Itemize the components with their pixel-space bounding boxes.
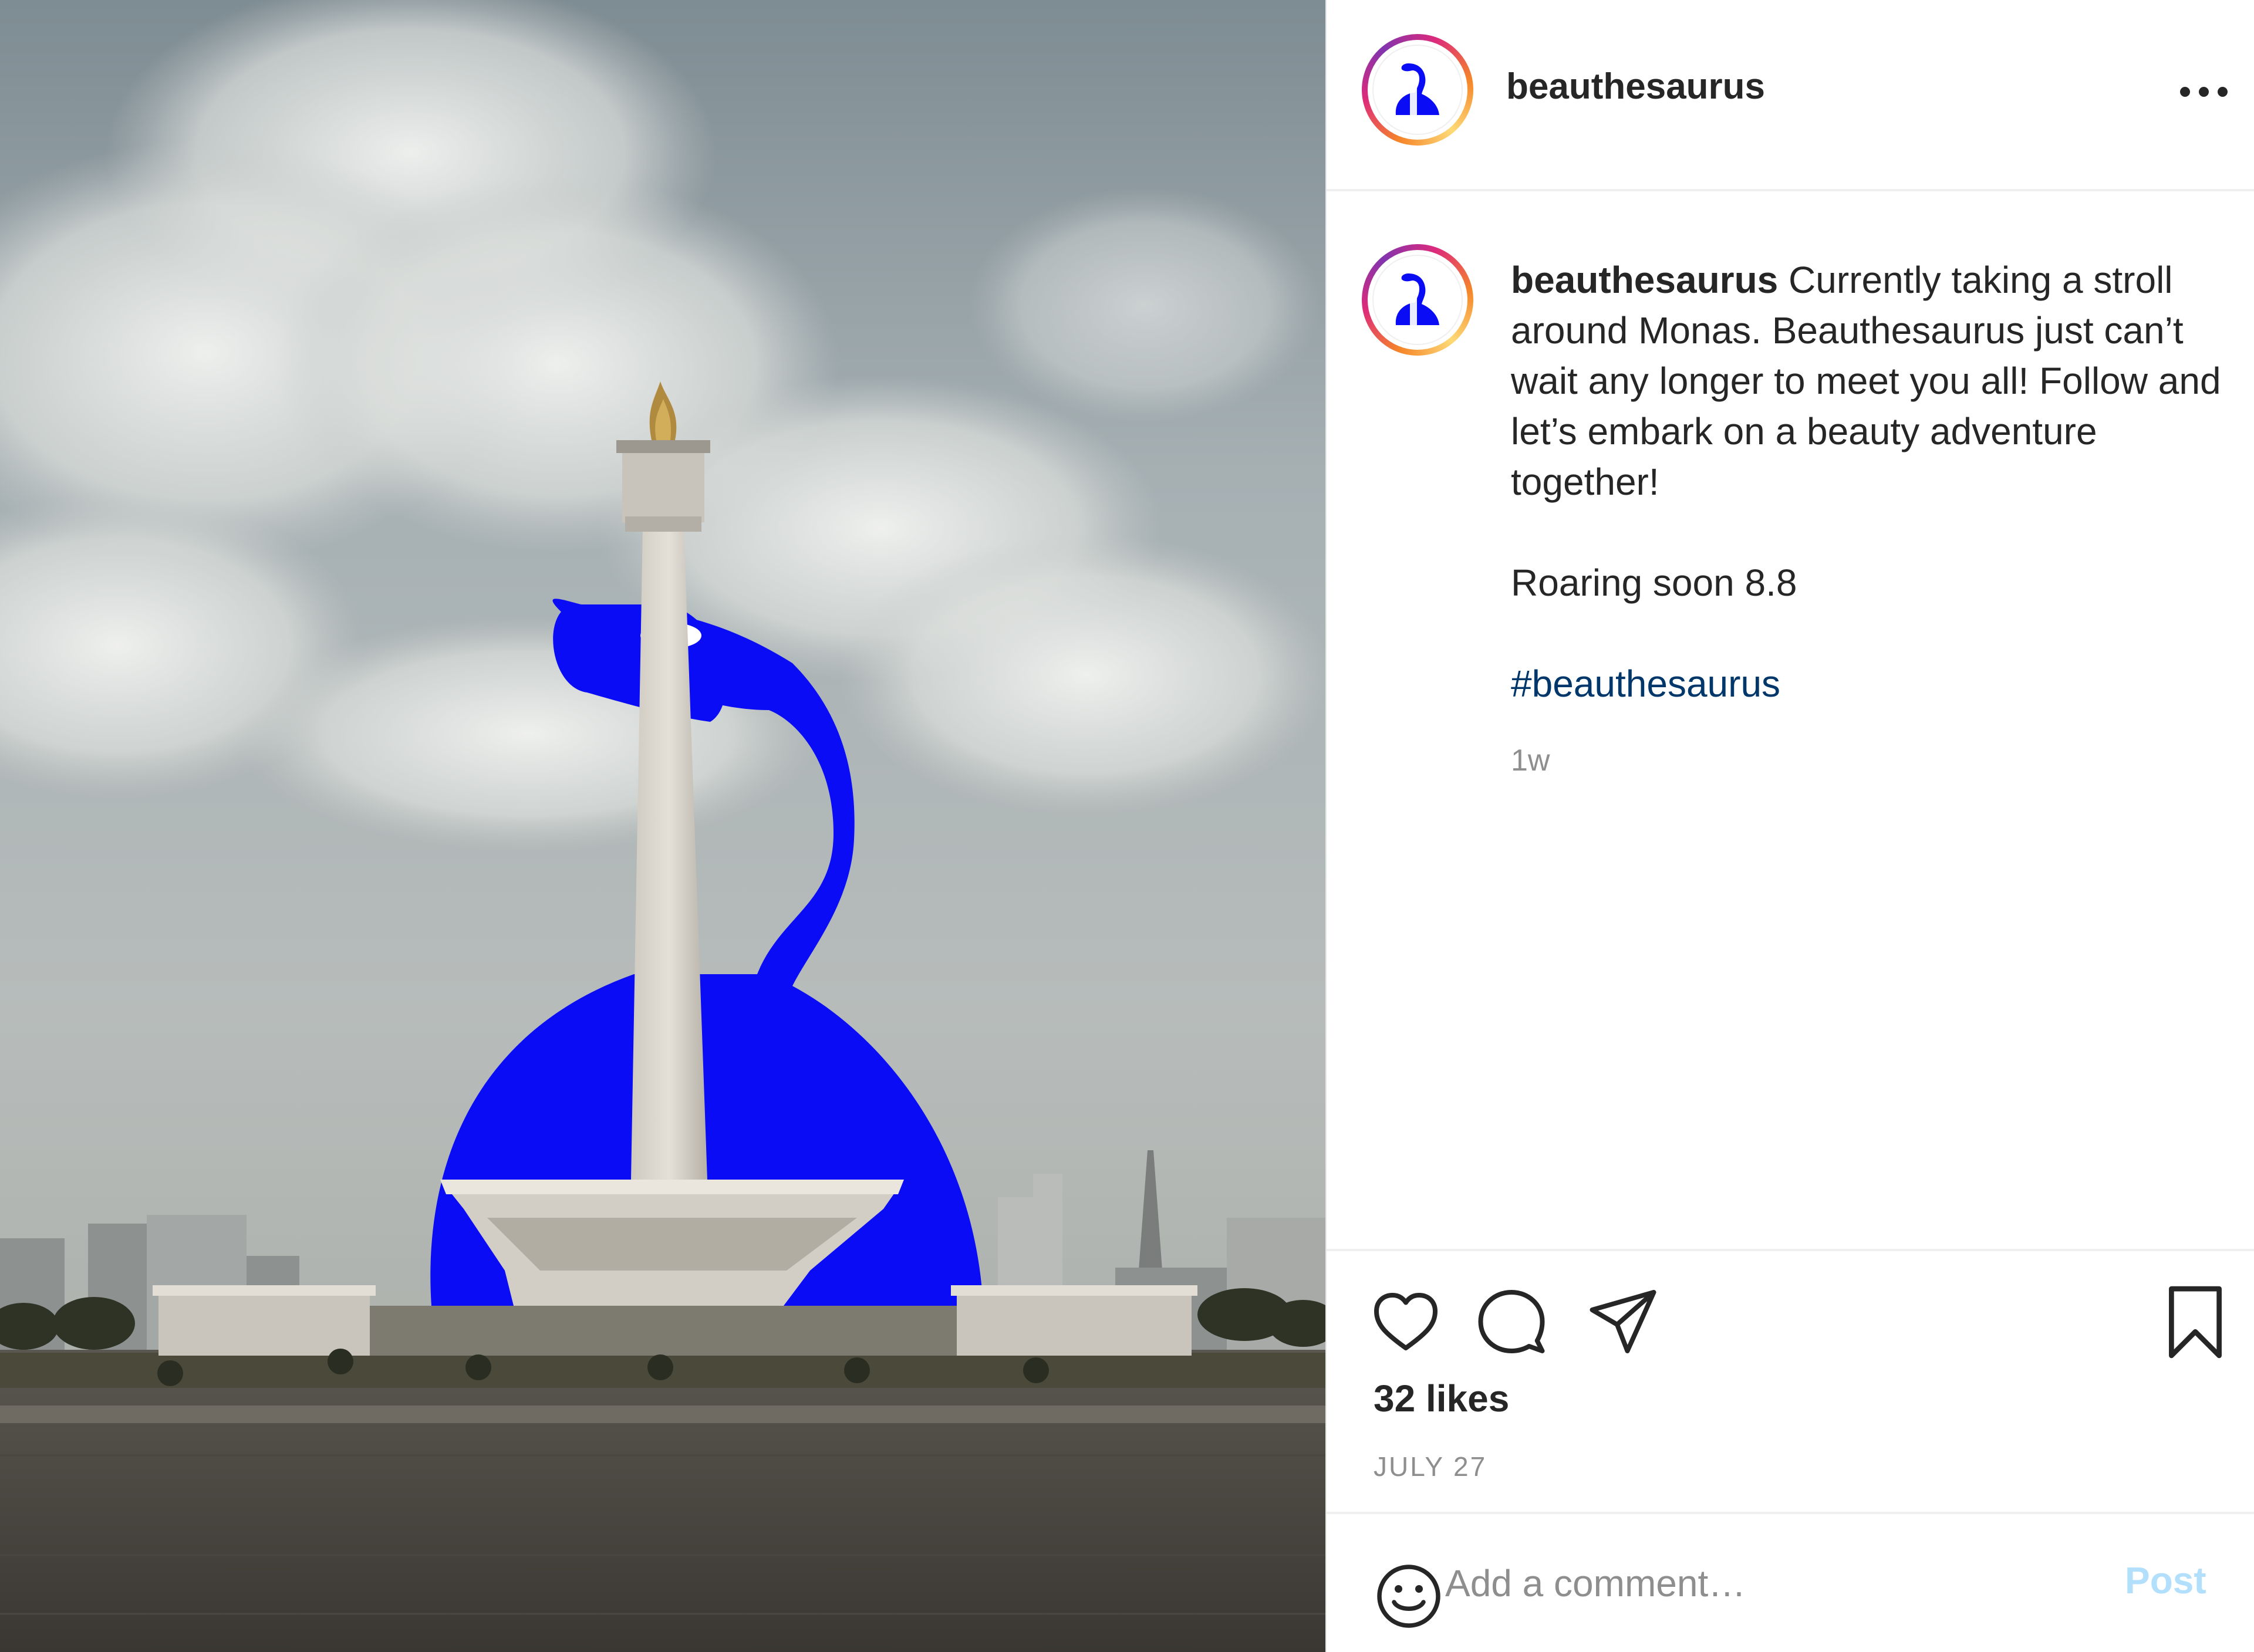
photo-canvas [0, 0, 1325, 1652]
smiley-icon[interactable] [1374, 1561, 1444, 1631]
plaza-ground [0, 1350, 1325, 1652]
caption-text: beauthesaurus Currently taking a stroll … [1511, 255, 2245, 709]
caption-username-link[interactable]: beauthesaurus [1511, 259, 1778, 301]
caption-timestamp[interactable]: 1w [1511, 743, 1550, 778]
caption-section: beauthesaurus Currently taking a stroll … [1327, 191, 2254, 1248]
post-header: beauthesaurus [1327, 0, 2254, 191]
dinosaur-logo-icon [1395, 273, 1439, 326]
username-link[interactable]: beauthesaurus [1506, 66, 1765, 107]
more-horizontal-icon [2218, 87, 2228, 97]
likes-count[interactable]: 32 likes [1374, 1377, 1509, 1420]
post-side-panel: beauthesaurus beauthesaurus Currently ta… [1325, 0, 2254, 1652]
more-horizontal-icon [2199, 87, 2209, 97]
dinosaur-logo-icon [1395, 63, 1439, 116]
more-options-button[interactable] [2172, 65, 2236, 117]
comment-composer: Post [1327, 1512, 2254, 1652]
avatar[interactable] [1362, 244, 1473, 356]
actions-section: 32 likes JULY 27 [1327, 1249, 2254, 1515]
walkway [0, 1406, 1325, 1423]
comment-input[interactable] [1444, 1545, 2033, 1622]
hashtag-link[interactable]: #beauthesaurus [1511, 663, 1780, 705]
more-horizontal-icon [2180, 87, 2190, 97]
post-photo[interactable] [0, 0, 1325, 1652]
instagram-post-view: beauthesaurus beauthesaurus Currently ta… [0, 0, 2254, 1652]
comment-icon[interactable] [1473, 1286, 1550, 1357]
profile-picture [1372, 255, 1463, 345]
post-date[interactable]: JULY 27 [1374, 1451, 1487, 1482]
avatar-ring-inner [1368, 250, 1467, 350]
profile-picture [1372, 45, 1463, 135]
heart-icon[interactable] [1368, 1286, 1444, 1357]
avatar[interactable] [1362, 34, 1473, 146]
caption-release-note: Roaring soon 8.8 [1511, 562, 1797, 604]
post-comment-button[interactable]: Post [2125, 1559, 2206, 1602]
avatar-ring-inner [1368, 40, 1467, 140]
bookmark-icon[interactable] [2160, 1284, 2231, 1360]
send-icon[interactable] [1585, 1286, 1661, 1357]
